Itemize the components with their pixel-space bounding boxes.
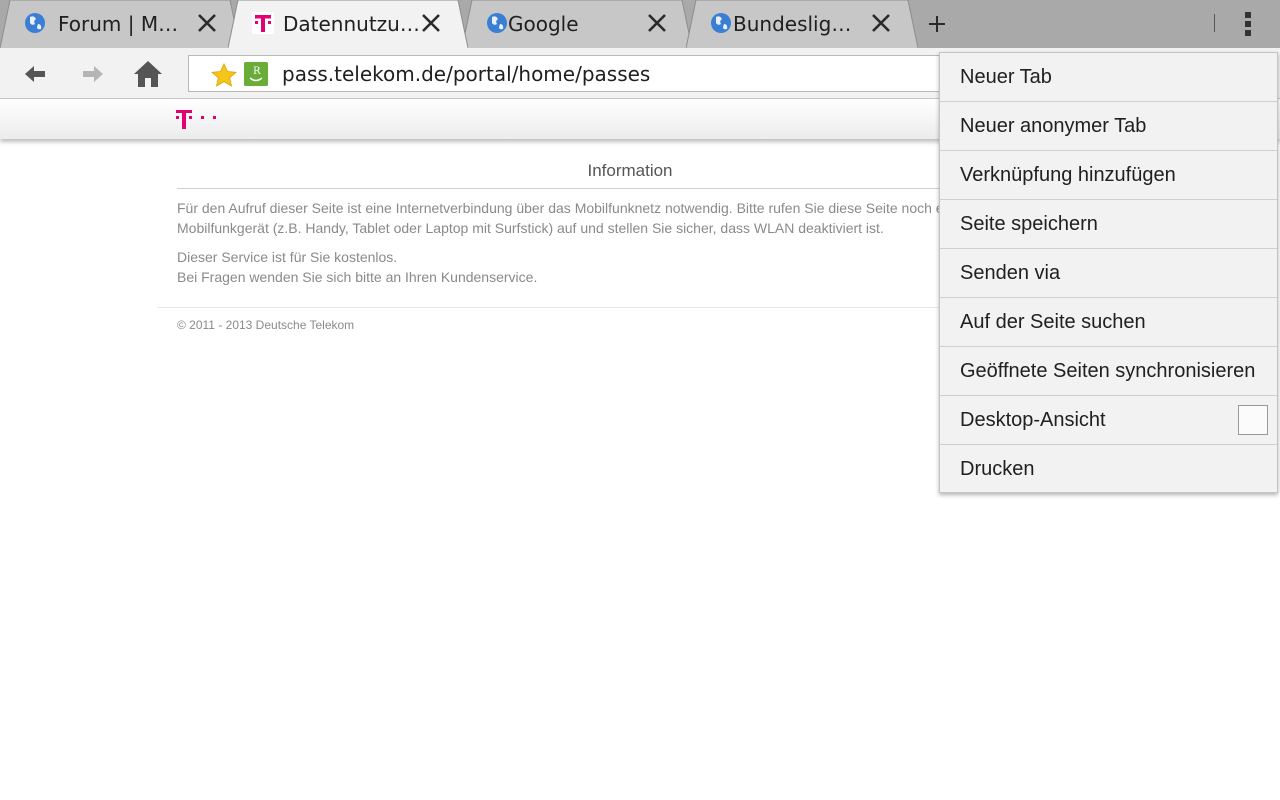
menu-item-label: Neuer anonymer Tab — [960, 115, 1147, 137]
menu-item-desktop-view[interactable]: Desktop-Ansicht — [940, 396, 1277, 445]
menu-item-print[interactable]: Drucken — [940, 445, 1277, 494]
menu-item-label: Verknüpfung hinzufügen — [960, 164, 1176, 186]
tab-datennutzung[interactable]: Datennutzung — [228, 0, 468, 48]
info-text-line: Für den Aufruf dieser Seite ist eine Int… — [177, 200, 947, 216]
overflow-menu: Neuer Tab Neuer anonymer Tab Verknüpfung… — [939, 52, 1278, 493]
tab-strip: Forum | MD… Google Bundesligen… — [0, 0, 1280, 48]
menu-item-new-tab[interactable]: Neuer Tab — [940, 53, 1277, 102]
new-tab-button[interactable] — [918, 10, 956, 38]
menu-item-sync-tabs[interactable]: Geöffnete Seiten synchronisieren — [940, 347, 1277, 396]
telekom-logo[interactable] — [176, 107, 220, 131]
globe-icon — [25, 13, 45, 33]
reader-extension-icon[interactable]: R — [244, 62, 268, 86]
tab-title: Forum | MD… — [58, 12, 182, 36]
menu-item-find-in-page[interactable]: Auf der Seite suchen — [940, 298, 1277, 347]
forward-arrow-icon[interactable] — [77, 58, 109, 90]
bookmark-star-icon[interactable] — [211, 63, 237, 87]
copyright-text: © 2011 - 2013 Deutsche Telekom — [177, 318, 355, 332]
address-bar[interactable]: R pass.telekom.de/portal/home/passes — [188, 55, 958, 92]
menu-item-label: Seite speichern — [960, 213, 1098, 235]
globe-icon — [487, 13, 507, 33]
info-text-line: Mobilfunkgerät (z.B. Handy, Tablet oder … — [177, 220, 884, 236]
menu-item-add-shortcut[interactable]: Verknüpfung hinzufügen — [940, 151, 1277, 200]
telekom-t-icon — [252, 12, 274, 34]
tab-title: Datennutzung — [283, 12, 423, 36]
menu-item-label: Auf der Seite suchen — [960, 311, 1146, 333]
toolbar-divider — [1214, 14, 1215, 32]
info-text-line: Dieser Service ist für Sie kostenlos. — [177, 249, 398, 265]
tab-google[interactable]: Google — [462, 0, 692, 48]
menu-item-label: Geöffnete Seiten synchronisieren — [960, 360, 1256, 382]
menu-item-label: Desktop-Ansicht — [960, 409, 1106, 431]
info-text-line: Bei Fragen wenden Sie sich bitte an Ihre… — [177, 269, 538, 285]
tab-forum[interactable]: Forum | MD… — [0, 0, 240, 48]
globe-icon — [711, 13, 731, 33]
tab-title: Bundesligen… — [733, 12, 857, 36]
desktop-view-checkbox[interactable] — [1238, 405, 1268, 435]
overflow-menu-icon[interactable] — [1238, 10, 1258, 38]
menu-item-label: Drucken — [960, 458, 1035, 480]
tab-bundesligen[interactable]: Bundesligen… — [686, 0, 918, 48]
close-icon[interactable] — [646, 12, 668, 34]
back-arrow-icon[interactable] — [19, 58, 51, 90]
menu-item-label: Neuer Tab — [960, 66, 1052, 88]
close-icon[interactable] — [196, 12, 218, 34]
menu-item-label: Senden via — [960, 262, 1061, 284]
close-icon[interactable] — [870, 12, 892, 34]
svg-text:R: R — [253, 66, 261, 77]
home-icon[interactable] — [132, 58, 164, 90]
tab-title: Google — [508, 12, 579, 36]
menu-item-new-incognito-tab[interactable]: Neuer anonymer Tab — [940, 102, 1277, 151]
url-text: pass.telekom.de/portal/home/passes — [282, 62, 651, 86]
menu-item-share[interactable]: Senden via — [940, 249, 1277, 298]
menu-item-save-page[interactable]: Seite speichern — [940, 200, 1277, 249]
close-icon[interactable] — [420, 12, 442, 34]
